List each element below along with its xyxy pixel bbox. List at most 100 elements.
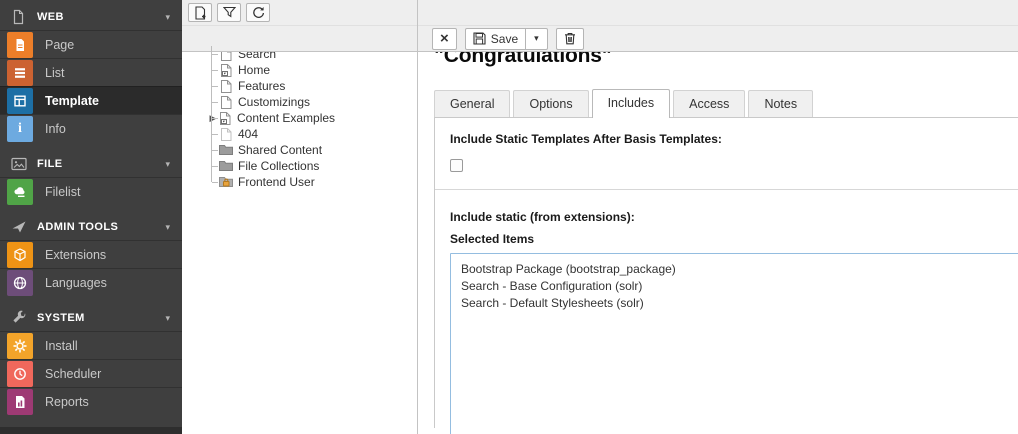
static-after-basis-checkbox[interactable] — [450, 159, 463, 172]
filelist-module-icon — [7, 179, 33, 205]
static-after-basis-label: Include Static Templates After Basis Tem… — [450, 132, 1018, 146]
tree-line — [206, 110, 219, 126]
tree-node-label: File Collections — [238, 159, 319, 173]
sidebar-item-languages[interactable]: Languages — [0, 268, 182, 296]
chevron-down-icon: ▾ — [165, 222, 170, 233]
list-module-icon — [7, 60, 33, 86]
save-options-button[interactable]: ▾ — [526, 28, 548, 50]
new-page-button[interactable] — [188, 3, 212, 22]
sidebar-section-system[interactable]: SYSTEM ▾ — [0, 305, 182, 331]
sidebar-item-list[interactable]: List — [0, 58, 182, 86]
tab-notes[interactable]: Notes — [748, 90, 813, 117]
refresh-button[interactable] — [246, 3, 270, 22]
module-sidebar: WEB ▾ Page List Template — [0, 0, 182, 434]
save-icon — [473, 32, 486, 45]
sidebar-item-extensions[interactable]: Extensions — [0, 240, 182, 268]
tree-line — [206, 62, 219, 78]
section-web: WEB ▾ Page List Template — [0, 4, 182, 142]
tree-node-features[interactable]: Features — [182, 78, 417, 94]
shortcut-page-icon — [219, 64, 233, 77]
save-label: Save — [491, 32, 518, 46]
chevron-down-icon: ▾ — [534, 33, 539, 44]
install-module-icon — [7, 333, 33, 359]
sidebar-section-file[interactable]: FILE ▾ — [0, 151, 182, 177]
content-docheader: × Save ▾ — [418, 0, 1018, 52]
sidebar-item-reports[interactable]: Reports — [0, 387, 182, 415]
selected-items-label: Selected Items — [450, 232, 1018, 246]
include-static-section: Include static (from extensions): Select… — [435, 190, 1018, 434]
languages-module-icon — [7, 270, 33, 296]
tree-node-shared-content[interactable]: Shared Content — [182, 142, 417, 158]
tree-node-content-examples[interactable]: ▶ Content Examples — [182, 110, 417, 126]
section-file: FILE ▾ Filelist — [0, 151, 182, 205]
delete-button[interactable] — [556, 28, 584, 50]
rocket-outline-icon — [10, 219, 27, 236]
tree-line — [206, 158, 219, 174]
trash-icon — [564, 32, 576, 45]
chevron-down-icon: ▾ — [165, 159, 170, 170]
tree-line — [206, 46, 219, 62]
tree-node-frontend-user[interactable]: Frontend User — [182, 174, 417, 190]
shortcut-page-icon — [218, 112, 232, 125]
tree-node-label: 404 — [238, 127, 258, 141]
chevron-down-icon: ▾ — [165, 313, 170, 324]
listbox-option[interactable]: Bootstrap Package (bootstrap_package) — [451, 261, 1018, 278]
tree-node-label: Shared Content — [238, 143, 322, 157]
tab-includes[interactable]: Includes — [592, 89, 671, 118]
tree-node-404[interactable]: 404 — [182, 126, 417, 142]
typo3-backend: WEB ▾ Page List Template — [0, 0, 1018, 434]
template-module-icon — [7, 88, 33, 114]
tree-node-label: Customizings — [238, 95, 310, 109]
section-label: WEB — [37, 11, 165, 23]
document-outline-icon — [10, 9, 27, 26]
filter-button[interactable] — [217, 3, 241, 22]
tree-node-home[interactable]: Home — [182, 62, 417, 78]
page-module-icon — [7, 32, 33, 58]
close-button[interactable]: × — [432, 28, 457, 50]
scheduler-module-icon — [7, 361, 33, 387]
tree-docheader — [182, 0, 417, 52]
reports-module-icon — [7, 389, 33, 415]
sidebar-bottom-strip — [0, 427, 182, 434]
folder-icon — [219, 144, 233, 156]
tree-line — [206, 142, 219, 158]
sidebar-item-template[interactable]: Template — [0, 86, 182, 114]
tree-line — [206, 78, 219, 94]
tree-node-label: Home — [238, 63, 270, 77]
close-icon: × — [440, 31, 449, 46]
tree-line — [206, 126, 219, 142]
selected-items-listbox[interactable]: Bootstrap Package (bootstrap_package) Se… — [450, 253, 1018, 434]
tab-access[interactable]: Access — [673, 90, 745, 117]
tree-node-label: Features — [238, 79, 285, 93]
chevron-down-icon: ▾ — [165, 12, 170, 23]
wrench-outline-icon — [10, 310, 27, 327]
folder-lock-icon — [219, 176, 233, 188]
tree-node-label: Frontend User — [238, 175, 315, 189]
tree-line — [206, 174, 219, 190]
extensions-module-icon — [7, 242, 33, 268]
listbox-option[interactable]: Search - Default Stylesheets (solr) — [451, 295, 1018, 312]
tree-line — [206, 94, 219, 110]
tab-general[interactable]: General — [434, 90, 510, 117]
sidebar-item-scheduler[interactable]: Scheduler — [0, 359, 182, 387]
page-tree-panel: TYPO3 ▼ Congratulations Search — [182, 0, 418, 434]
tree-node-label: Content Examples — [237, 111, 335, 125]
tree-node-file-collections[interactable]: File Collections — [182, 158, 417, 174]
page-icon — [219, 96, 233, 109]
sidebar-section-admin-tools[interactable]: ADMIN TOOLS ▾ — [0, 214, 182, 240]
sidebar-item-install[interactable]: Install — [0, 331, 182, 359]
listbox-option[interactable]: Search - Base Configuration (solr) — [451, 278, 1018, 295]
section-admin-tools: ADMIN TOOLS ▾ Extensions Languages — [0, 214, 182, 296]
tree-node-customizings[interactable]: Customizings — [182, 94, 417, 110]
sidebar-item-info[interactable]: i Info — [0, 114, 182, 142]
static-after-basis-section: Include Static Templates After Basis Tem… — [435, 118, 1018, 190]
save-button[interactable]: Save — [465, 28, 526, 50]
save-split-button: Save ▾ — [465, 28, 548, 50]
sidebar-item-filelist[interactable]: Filelist — [0, 177, 182, 205]
page-icon — [219, 128, 233, 141]
tab-options[interactable]: Options — [513, 90, 588, 117]
folder-icon — [219, 160, 233, 172]
sidebar-section-web[interactable]: WEB ▾ — [0, 4, 182, 30]
sidebar-item-page[interactable]: Page — [0, 30, 182, 58]
main-content: × Save ▾ Edit Template "Introduction Pac… — [418, 0, 1018, 434]
